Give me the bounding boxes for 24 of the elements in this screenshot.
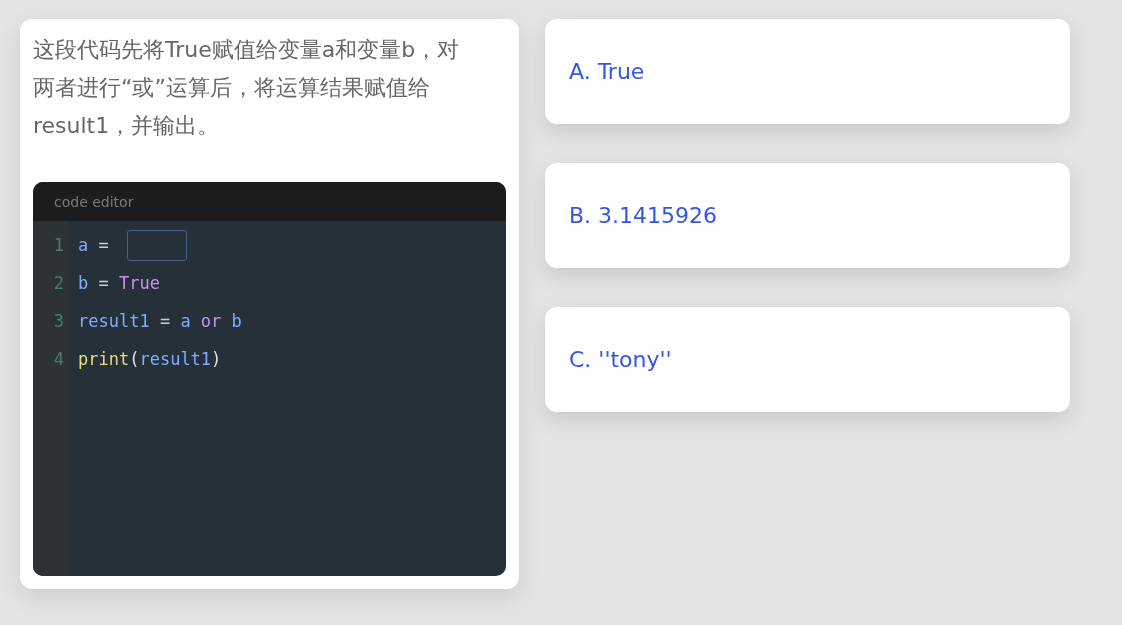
question-text: 这段代码先将True赋值给变量a和变量b，对两者进行“或”运算后，将运算结果赋值给result1，并输出。 — [33, 36, 461, 140]
answer-option[interactable]: A. True — [545, 19, 1070, 124]
parenthesis: ) — [211, 349, 222, 369]
line-number: 3 — [52, 310, 65, 333]
variable-name: b — [78, 273, 89, 293]
variable-name: a — [180, 311, 191, 331]
variable-name: b — [231, 311, 242, 331]
line-number: 2 — [52, 272, 65, 295]
keyword: or — [199, 311, 223, 331]
parenthesis: ( — [129, 349, 140, 369]
line-number: 4 — [52, 348, 65, 371]
variable-name: a — [78, 235, 89, 255]
operator: = — [97, 235, 110, 255]
variable-name: result1 — [139, 349, 212, 369]
operator: = — [97, 273, 110, 293]
variable-name: result1 — [78, 311, 150, 331]
answer-box[interactable] — [126, 229, 187, 261]
editor-title: code editor — [54, 193, 134, 210]
boolean-literal: True — [118, 273, 160, 293]
line-number: 1 — [52, 234, 65, 257]
operator: = — [158, 311, 172, 331]
answer-option[interactable]: B. 3.1415926 — [545, 163, 1070, 268]
function-name: print — [78, 349, 130, 369]
answer-option[interactable]: C. ''tony'' — [545, 307, 1070, 412]
